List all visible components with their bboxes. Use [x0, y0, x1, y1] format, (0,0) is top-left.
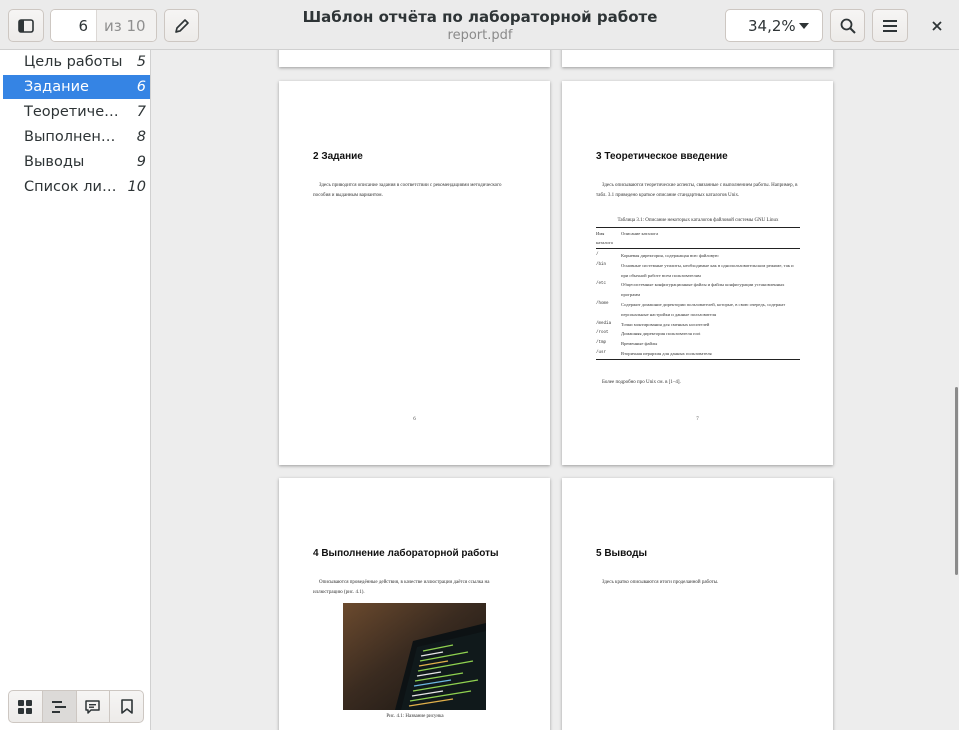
- search-button[interactable]: [830, 9, 865, 42]
- table-cell: /media: [596, 321, 612, 326]
- table-cell: Содержит домашние директории пользовател…: [621, 301, 786, 317]
- outline-item[interactable]: Список литературы 10: [3, 175, 150, 199]
- table-cell: /home: [596, 301, 609, 306]
- page-number: 7: [696, 417, 699, 422]
- table-cell: /bin: [596, 262, 607, 267]
- section-heading: 4 Выполнение лабораторной работы: [313, 548, 499, 559]
- page-5-bottom: [562, 50, 833, 67]
- page-selector: из 10: [50, 9, 157, 42]
- annotate-button[interactable]: [164, 9, 199, 42]
- outline-item-title: Задание: [24, 79, 89, 95]
- paragraph: Здесь кратко описываются итоги проделанн…: [602, 580, 719, 585]
- outline-item[interactable]: Выполнение лабораторной работы 8: [3, 125, 150, 149]
- sidebar-icon: [18, 18, 34, 33]
- document-title: Шаблон отчёта по лабораторной работе: [302, 8, 658, 26]
- paragraph: Здесь приводится описание задания в соот…: [313, 183, 502, 198]
- table-cell: /usr: [596, 350, 607, 355]
- table-cell: /tmp: [596, 341, 607, 346]
- outline-item-selected[interactable]: Задание 6: [3, 75, 150, 99]
- header-bar: из 10 Шаблон отчёта по лабораторной рабо…: [0, 0, 959, 50]
- tab-outline[interactable]: [42, 691, 77, 722]
- close-button[interactable]: [925, 14, 949, 38]
- table-header-cell: Имя каталога: [596, 231, 613, 245]
- paragraph: Более подробно про Unix см. в [1–4].: [602, 380, 681, 385]
- page-9: 5 Выводы Здесь кратко описываются итоги …: [562, 478, 833, 730]
- page-7: 3 Теоретическое введение Здесь описывают…: [562, 81, 833, 465]
- section-heading: 2 Задание: [313, 151, 363, 162]
- document-filename: report.pdf: [447, 28, 513, 43]
- outline-item-title: Выводы: [24, 154, 85, 170]
- table-cell: /: [596, 253, 599, 257]
- page-number-input[interactable]: [51, 10, 96, 41]
- table-caption: Таблица 3.1: Описание некоторых каталого…: [617, 218, 779, 223]
- table-row: /bin Основные системные утилиты, необходи…: [596, 261, 800, 281]
- tab-annotations[interactable]: [77, 691, 111, 722]
- table-header-cell: Описание каталога: [621, 231, 659, 236]
- outline-item-title: Список литературы: [24, 179, 123, 195]
- bookmark-icon: [120, 699, 133, 714]
- page-4-bottom: [279, 50, 550, 67]
- table-cell: Временные файлы: [621, 341, 658, 347]
- zoom-selector[interactable]: 34,2%: [725, 9, 823, 42]
- page-number: 6: [413, 417, 416, 422]
- figure-image: [343, 603, 486, 710]
- table-row: /home Содержит домашние директории пользо…: [596, 300, 800, 320]
- sidebar-toggle-button[interactable]: [8, 9, 44, 42]
- tab-thumbnails[interactable]: [9, 691, 43, 722]
- grid-icon: [18, 699, 33, 714]
- table-cell: Корневая директория, содержащая всю файл…: [621, 253, 719, 258]
- table-cell: Общесистемные конфигурационные файлы и ф…: [621, 282, 785, 298]
- table-row: /root Домашняя директория пользователя ro…: [596, 329, 800, 339]
- table-row: /usr Вторичная иерархия для данных пользо…: [596, 349, 800, 359]
- outline-item-page: 10: [127, 179, 146, 195]
- close-icon: [932, 21, 942, 31]
- table-cell: /etc: [596, 282, 607, 287]
- table-cell: Домашняя директория пользователя root: [621, 331, 701, 337]
- figure-caption: Рис. 4.1: Название рисунка: [386, 714, 444, 719]
- table-cell: Основные системные утилиты, необходимые …: [621, 262, 794, 278]
- table-row: /tmp Временные файлы: [596, 339, 800, 349]
- outline-item-title: Выполнение лабораторной работы: [24, 129, 123, 145]
- section-heading: 5 Выводы: [596, 548, 647, 559]
- main-menu-button[interactable]: [872, 9, 908, 42]
- outline-item[interactable]: Цель работы 5: [3, 50, 150, 74]
- search-icon: [840, 18, 856, 34]
- table-cell: Вторичная иерархия для данных пользовате…: [621, 350, 712, 356]
- table-row: /etc Общесистемные конфигурационные файлы…: [596, 280, 800, 300]
- table-row: / Корневая директория, содержащая всю фай…: [596, 251, 800, 261]
- table-header: Имя каталога Описание каталога: [596, 227, 800, 249]
- document-view[interactable]: 2 Задание Здесь приводится описание зада…: [152, 50, 959, 730]
- section-heading: 3 Теоретическое введение: [596, 151, 728, 162]
- outline-item-page: 7: [136, 104, 146, 120]
- outline-item-page: 5: [136, 54, 146, 70]
- laptop-code-image: [343, 603, 486, 710]
- zoom-value: 34,2%: [748, 16, 796, 35]
- outline-item-page: 6: [136, 79, 146, 95]
- sidebar-view-switcher: [8, 690, 144, 723]
- hamburger-menu-icon: [883, 19, 897, 32]
- tab-bookmarks[interactable]: [110, 691, 143, 722]
- table-row: /media Точки монтирования для сменных нос…: [596, 320, 800, 330]
- paragraph: Здесь описываются теоретические аспекты,…: [596, 183, 798, 198]
- outline-item[interactable]: Теоретическое введение 7: [3, 100, 150, 124]
- page-6: 2 Задание Здесь приводится описание зада…: [279, 81, 550, 465]
- table-cell: /root: [596, 331, 609, 336]
- outline-item-page: 8: [136, 129, 146, 145]
- page-total-label: из 10: [96, 10, 156, 41]
- page-8: 4 Выполнение лабораторной работы Описыва…: [279, 478, 550, 730]
- outline-icon: [52, 700, 67, 713]
- outline-item[interactable]: Выводы 9: [3, 150, 150, 174]
- outline-item-title: Цель работы: [24, 54, 123, 70]
- outline-item-title: Теоретическое введение: [24, 104, 123, 120]
- outline-sidebar: Цель работы 5 Задание 6 Теоретическое вв…: [0, 50, 151, 730]
- outline-item-page: 9: [136, 154, 146, 170]
- vertical-scrollbar[interactable]: [955, 387, 958, 575]
- directory-table: Имя каталога Описание каталога / Корневая…: [596, 227, 800, 360]
- comment-icon: [85, 699, 101, 714]
- paragraph: Описываются проведённые действия, в каче…: [313, 580, 490, 595]
- table-cell: Точки монтирования для сменных носителей: [621, 321, 710, 327]
- chevron-down-icon: [799, 22, 809, 29]
- pencil-icon: [174, 18, 189, 33]
